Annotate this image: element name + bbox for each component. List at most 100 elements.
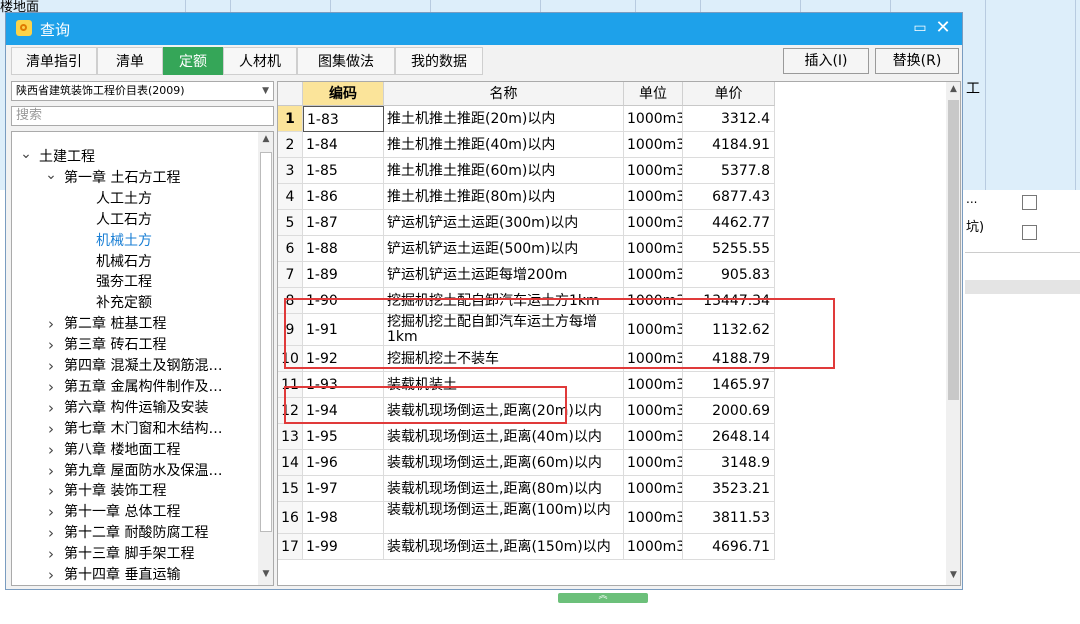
column-header[interactable]: 名称: [384, 82, 624, 106]
row-number[interactable]: 1: [278, 106, 303, 132]
quota-unit[interactable]: 1000m3: [624, 450, 683, 476]
quota-name[interactable]: 推土机推土推距(20m)以内: [384, 106, 624, 132]
row-number[interactable]: 4: [278, 184, 303, 210]
insert-button[interactable]: 插入(I): [783, 48, 869, 74]
quota-name[interactable]: 推土机推土推距(40m)以内: [384, 132, 624, 158]
quota-unit[interactable]: 1000m3: [624, 106, 683, 132]
quota-unit[interactable]: 1000m3: [624, 132, 683, 158]
quota-unit[interactable]: 1000m3: [624, 158, 683, 184]
quota-unit[interactable]: 1000m3: [624, 184, 683, 210]
scrollbar-thumb[interactable]: [948, 100, 959, 400]
quota-name[interactable]: 铲运机铲运土运距(300m)以内: [384, 210, 624, 236]
tab-labor-materials[interactable]: 人材机: [223, 47, 297, 75]
row-number[interactable]: 5: [278, 210, 303, 236]
title-bar[interactable]: 查询 ▭ ✕: [6, 13, 962, 45]
quota-code[interactable]: 1-86: [303, 184, 384, 210]
background-checkbox[interactable]: [1022, 225, 1037, 240]
tree-node[interactable]: 第十二章 耐酸防腐工程: [64, 523, 208, 543]
close-icon[interactable]: ✕: [934, 19, 952, 37]
tree-node[interactable]: 机械土方: [96, 231, 152, 251]
tree-node[interactable]: 人工石方: [96, 210, 152, 230]
row-number[interactable]: 15: [278, 476, 303, 502]
quota-unit[interactable]: 1000m3: [624, 398, 683, 424]
search-input[interactable]: 搜索: [11, 106, 274, 126]
tree-node[interactable]: 第五章 金属构件制作及…: [64, 377, 222, 397]
quota-unit[interactable]: 1000m3: [624, 236, 683, 262]
row-number[interactable]: 2: [278, 132, 303, 158]
quota-price[interactable]: 6877.43: [683, 184, 775, 210]
tab-my-data[interactable]: 我的数据: [395, 47, 483, 75]
row-number[interactable]: 6: [278, 236, 303, 262]
quota-code[interactable]: 1-89: [303, 262, 384, 288]
tree-node[interactable]: 第四章 混凝土及钢筋混…: [64, 356, 222, 376]
quota-code[interactable]: 1-88: [303, 236, 384, 262]
expand-icon[interactable]: ⌄: [45, 168, 57, 182]
scroll-up-icon[interactable]: ▲: [258, 134, 273, 148]
quota-name[interactable]: 铲运机铲运土运距(500m)以内: [384, 236, 624, 262]
row-number[interactable]: 3: [278, 158, 303, 184]
collapse-icon[interactable]: ›: [45, 314, 57, 334]
quota-price[interactable]: 905.83: [683, 262, 775, 288]
tree-node[interactable]: 第十四章 垂直运输: [64, 565, 180, 585]
quota-unit[interactable]: 1000m3: [624, 210, 683, 236]
quota-code[interactable]: 1-84: [303, 132, 384, 158]
replace-button[interactable]: 替换(R): [875, 48, 959, 74]
chevron-up-icon[interactable]: ︽: [558, 591, 648, 601]
background-checkbox[interactable]: [1022, 195, 1037, 210]
quota-name[interactable]: 装载机现场倒运土,距离(60m)以内: [384, 450, 624, 476]
quota-unit[interactable]: 1000m3: [624, 502, 683, 534]
row-number[interactable]: 16: [278, 502, 303, 534]
table-scrollbar[interactable]: [946, 82, 960, 585]
quota-code[interactable]: 1-98: [303, 502, 384, 534]
quota-name[interactable]: 装载机现场倒运土,距离(40m)以内: [384, 424, 624, 450]
quota-unit[interactable]: 1000m3: [624, 534, 683, 560]
collapse-icon[interactable]: ›: [45, 356, 57, 376]
quota-code[interactable]: 1-95: [303, 424, 384, 450]
row-number[interactable]: 13: [278, 424, 303, 450]
library-select[interactable]: 陕西省建筑装饰工程价目表(2009) ▼: [11, 81, 274, 101]
scroll-down-icon[interactable]: ▼: [258, 569, 273, 583]
tree-node[interactable]: 第三章 砖石工程: [64, 335, 166, 355]
column-header[interactable]: 编码: [303, 82, 384, 106]
quota-price[interactable]: 1465.97: [683, 372, 775, 398]
quota-price[interactable]: 5377.8: [683, 158, 775, 184]
collapse-icon[interactable]: ›: [45, 335, 57, 355]
tree-node[interactable]: 第六章 构件运输及安装: [64, 398, 208, 418]
tree-node[interactable]: 第十一章 总体工程: [64, 502, 180, 522]
quota-unit[interactable]: 1000m3: [624, 262, 683, 288]
tree-node[interactable]: 人工土方: [96, 189, 152, 209]
collapse-icon[interactable]: ›: [45, 440, 57, 460]
scroll-down-icon[interactable]: ▼: [946, 570, 960, 582]
expand-icon[interactable]: ⌄: [20, 147, 32, 161]
row-number[interactable]: 7: [278, 262, 303, 288]
quota-price[interactable]: 4184.91: [683, 132, 775, 158]
column-header[interactable]: 单位: [624, 82, 683, 106]
quota-code[interactable]: 1-96: [303, 450, 384, 476]
tab-atlas-method[interactable]: 图集做法: [297, 47, 395, 75]
tree-node[interactable]: 土建工程: [39, 147, 95, 167]
tree-node[interactable]: 第一章 土石方工程: [64, 168, 180, 188]
quota-code[interactable]: 1-83: [303, 106, 384, 132]
collapse-icon[interactable]: ›: [45, 398, 57, 418]
quota-code[interactable]: 1-85: [303, 158, 384, 184]
quota-price[interactable]: 3523.21: [683, 476, 775, 502]
tab-list[interactable]: 清单: [97, 47, 163, 75]
tree-node[interactable]: 补充定额: [96, 293, 152, 313]
tree-node[interactable]: 机械石方: [96, 252, 152, 272]
quota-price[interactable]: 3148.9: [683, 450, 775, 476]
collapse-icon[interactable]: ›: [45, 419, 57, 439]
quota-price[interactable]: 2648.14: [683, 424, 775, 450]
quota-unit[interactable]: 1000m3: [624, 476, 683, 502]
tab-list-guide[interactable]: 清单指引: [11, 47, 97, 75]
collapse-icon[interactable]: ›: [45, 502, 57, 522]
collapse-icon[interactable]: ›: [45, 377, 57, 397]
quota-name[interactable]: 装载机现场倒运土,距离(80m)以内: [384, 476, 624, 502]
tree-node[interactable]: 第十章 装饰工程: [64, 481, 166, 501]
quota-price[interactable]: 5255.55: [683, 236, 775, 262]
collapse-icon[interactable]: ›: [45, 523, 57, 543]
tree-node[interactable]: 第八章 楼地面工程: [64, 440, 180, 460]
tab-quota[interactable]: 定额: [163, 47, 223, 75]
row-number[interactable]: 14: [278, 450, 303, 476]
collapse-icon[interactable]: ›: [45, 565, 57, 585]
quota-price[interactable]: 3811.53: [683, 502, 775, 534]
